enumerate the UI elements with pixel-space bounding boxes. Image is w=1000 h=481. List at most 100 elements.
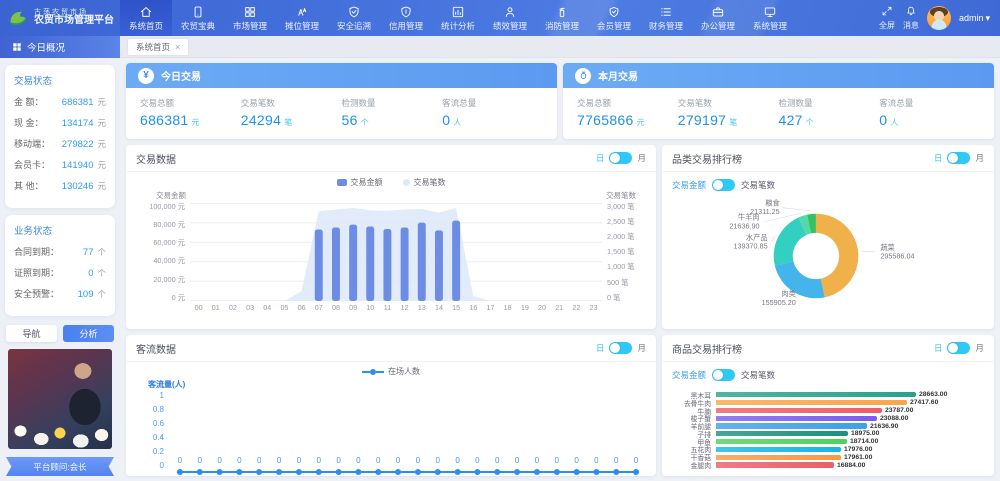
trade-day-month-toggle[interactable]: [609, 152, 632, 164]
nav-item-label: 安全追溯: [337, 20, 371, 32]
svg-text:0: 0: [198, 456, 203, 465]
summary-cards-row: ¥今日交易交易总额686381元交易笔数24294笔检测数量56个客流总量0人本…: [126, 63, 994, 139]
badge-check-icon: [607, 5, 621, 19]
metric-交易笔数: 交易笔数24294笔: [241, 97, 342, 130]
close-icon[interactable]: ×: [175, 42, 180, 52]
trade-chart-legend: 交易金额 交易笔数: [134, 174, 648, 190]
nav-item-stall[interactable]: 摊位管理: [276, 0, 328, 36]
nav-item-badge-check[interactable]: 会员管理: [588, 0, 640, 36]
status-row: 证照到期：0个: [14, 266, 106, 279]
trade-bar-chart: 交易金额 100,000 元80,000 元60,000 元40,000 元20…: [134, 190, 648, 325]
flow-panel-title: 客流数据: [136, 341, 176, 356]
category-rank-panel: 品类交易排行榜 日 月 交易金额 交易笔数: [662, 145, 994, 329]
nav-item-briefcase[interactable]: 办公管理: [692, 0, 744, 36]
metric-检测数量: 检测数量427个: [779, 97, 880, 130]
svg-text:0: 0: [376, 456, 381, 465]
nav-item-tablet[interactable]: 农贸宝典: [172, 0, 224, 36]
user-avatar[interactable]: [927, 6, 951, 30]
nav-item-shield[interactable]: 信用管理: [380, 0, 432, 36]
navbar-right: 全屏 消息 admin ▾: [879, 0, 1000, 36]
briefcase-icon: [711, 5, 725, 19]
svg-text:0: 0: [217, 456, 222, 465]
svg-text:0: 0: [317, 456, 322, 465]
svg-text:0: 0: [336, 456, 341, 465]
nav-item-monitor[interactable]: 系统管理: [744, 0, 796, 36]
tab-bar: 系统首页 ×: [120, 36, 1000, 58]
advisor-photo: [8, 349, 112, 449]
trade-data-panel: 交易数据 日 月 交易金额 交易笔数: [126, 145, 656, 329]
today-trade-card: ¥今日交易交易总额686381元交易笔数24294笔检测数量56个客流总量0人: [126, 63, 557, 139]
summary-card-title: 本月交易: [598, 68, 638, 83]
stall-icon: [295, 5, 309, 19]
svg-text:0: 0: [495, 456, 500, 465]
status-row: 金 额：686381元: [14, 95, 106, 108]
svg-text:0: 0: [237, 456, 242, 465]
status-row: 现 金：134174元: [14, 116, 106, 129]
nav-item-home[interactable]: 系统首页: [120, 0, 172, 36]
svg-text:蔬菜295586.04: 蔬菜295586.04: [880, 243, 914, 261]
nav-item-chart[interactable]: 统计分析: [432, 0, 484, 36]
svg-text:0: 0: [455, 456, 460, 465]
tab-system-home[interactable]: 系统首页 ×: [128, 39, 188, 55]
product-amount-count-toggle[interactable]: [712, 369, 735, 381]
messages-button[interactable]: 消息: [903, 5, 919, 31]
fullscreen-button[interactable]: 全屏: [879, 5, 895, 31]
brand-logo[interactable]: 古荡农贸市场 农贸市场管理平台: [0, 0, 120, 36]
nav-item-list[interactable]: 财务管理: [640, 0, 692, 36]
advisor-ribbon[interactable]: 平台顾问:会长: [6, 457, 114, 476]
metric-交易总额: 交易总额7765866元: [577, 97, 678, 130]
chart-icon: [451, 5, 465, 19]
nav-item-label: 信用管理: [389, 20, 423, 32]
nav-item-extinguisher[interactable]: 消防管理: [536, 0, 588, 36]
product-day-month-toggle[interactable]: [947, 342, 970, 354]
metric-检测数量: 检测数量56个: [342, 97, 443, 130]
flow-chart-legend: 在场人数: [136, 364, 646, 379]
trade-status-card: 交易状态 金 额：686381元现 金：134174元移动端：279822元会员…: [5, 65, 115, 208]
svg-text:0: 0: [436, 456, 441, 465]
main-nav: 系统首页农贸宝典市场管理摊位管理 安全追溯 信用管理统计分析绩效管理消防管理会员管理…: [120, 0, 796, 36]
sidebar-tab-today-overview[interactable]: 今日概况: [0, 36, 120, 58]
status-row: 其 他：130246元: [14, 179, 106, 192]
user-menu[interactable]: admin ▾: [959, 13, 990, 24]
person-icon: [503, 5, 517, 19]
svg-text:0: 0: [535, 456, 540, 465]
svg-text:0: 0: [277, 456, 282, 465]
metric-客流总量: 客流总量0人: [442, 97, 543, 130]
flow-line-chart: 10.80.60.40.20 000000000000000000000000: [136, 392, 646, 476]
monitor-icon: [763, 5, 777, 19]
flow-y-axis-label: 客流量(人): [136, 379, 646, 392]
summary-card-title: 今日交易: [161, 68, 201, 83]
nav-item-person[interactable]: 绩效管理: [484, 0, 536, 36]
shield-icon: [399, 5, 413, 19]
category-donut-chart: 蔬菜295586.04肉类155905.20水产品139370.85牛羊肉216…: [662, 193, 994, 329]
category-panel-title: 品类交易排行榜: [672, 151, 742, 166]
nav-item-label: 财务管理: [649, 20, 683, 32]
metric-交易总额: 交易总额686381元: [140, 97, 241, 130]
category-amount-count-toggle[interactable]: [712, 179, 735, 191]
category-day-month-toggle[interactable]: [947, 152, 970, 164]
svg-text:0: 0: [416, 456, 421, 465]
nav-item-shield-check[interactable]: 安全追溯: [328, 0, 380, 36]
nav-item-label: 摊位管理: [285, 20, 319, 32]
trade-panel-title: 交易数据: [136, 151, 176, 166]
left-sidebar: 今日概况 交易状态 金 额：686381元现 金：134174元移动端：2798…: [0, 36, 120, 481]
content-area: 系统首页 × ¥今日交易交易总额686381元交易笔数24294笔检测数量56个…: [120, 36, 1000, 481]
status-row: 会员卡：141940元: [14, 158, 106, 171]
home-icon: [139, 5, 153, 19]
nav-item-label: 会员管理: [597, 20, 631, 32]
shield-check-icon: [347, 5, 361, 19]
nav-mode-button[interactable]: 导航: [6, 325, 57, 342]
svg-text:肉类155905.20: 肉类155905.20: [762, 289, 796, 307]
flow-day-month-toggle[interactable]: [609, 342, 632, 354]
analysis-mode-button[interactable]: 分析: [63, 325, 114, 342]
fullscreen-icon: [881, 5, 893, 19]
legend-count-marker: [403, 179, 410, 186]
list-icon: [659, 5, 673, 19]
svg-text:0: 0: [574, 456, 579, 465]
nav-item-grid[interactable]: 市场管理: [224, 0, 276, 36]
svg-text:0: 0: [555, 456, 560, 465]
trade-status-title: 交易状态: [14, 73, 106, 87]
svg-text:0: 0: [356, 456, 361, 465]
svg-text:0: 0: [515, 456, 520, 465]
metric-交易笔数: 交易笔数279197笔: [678, 97, 779, 130]
